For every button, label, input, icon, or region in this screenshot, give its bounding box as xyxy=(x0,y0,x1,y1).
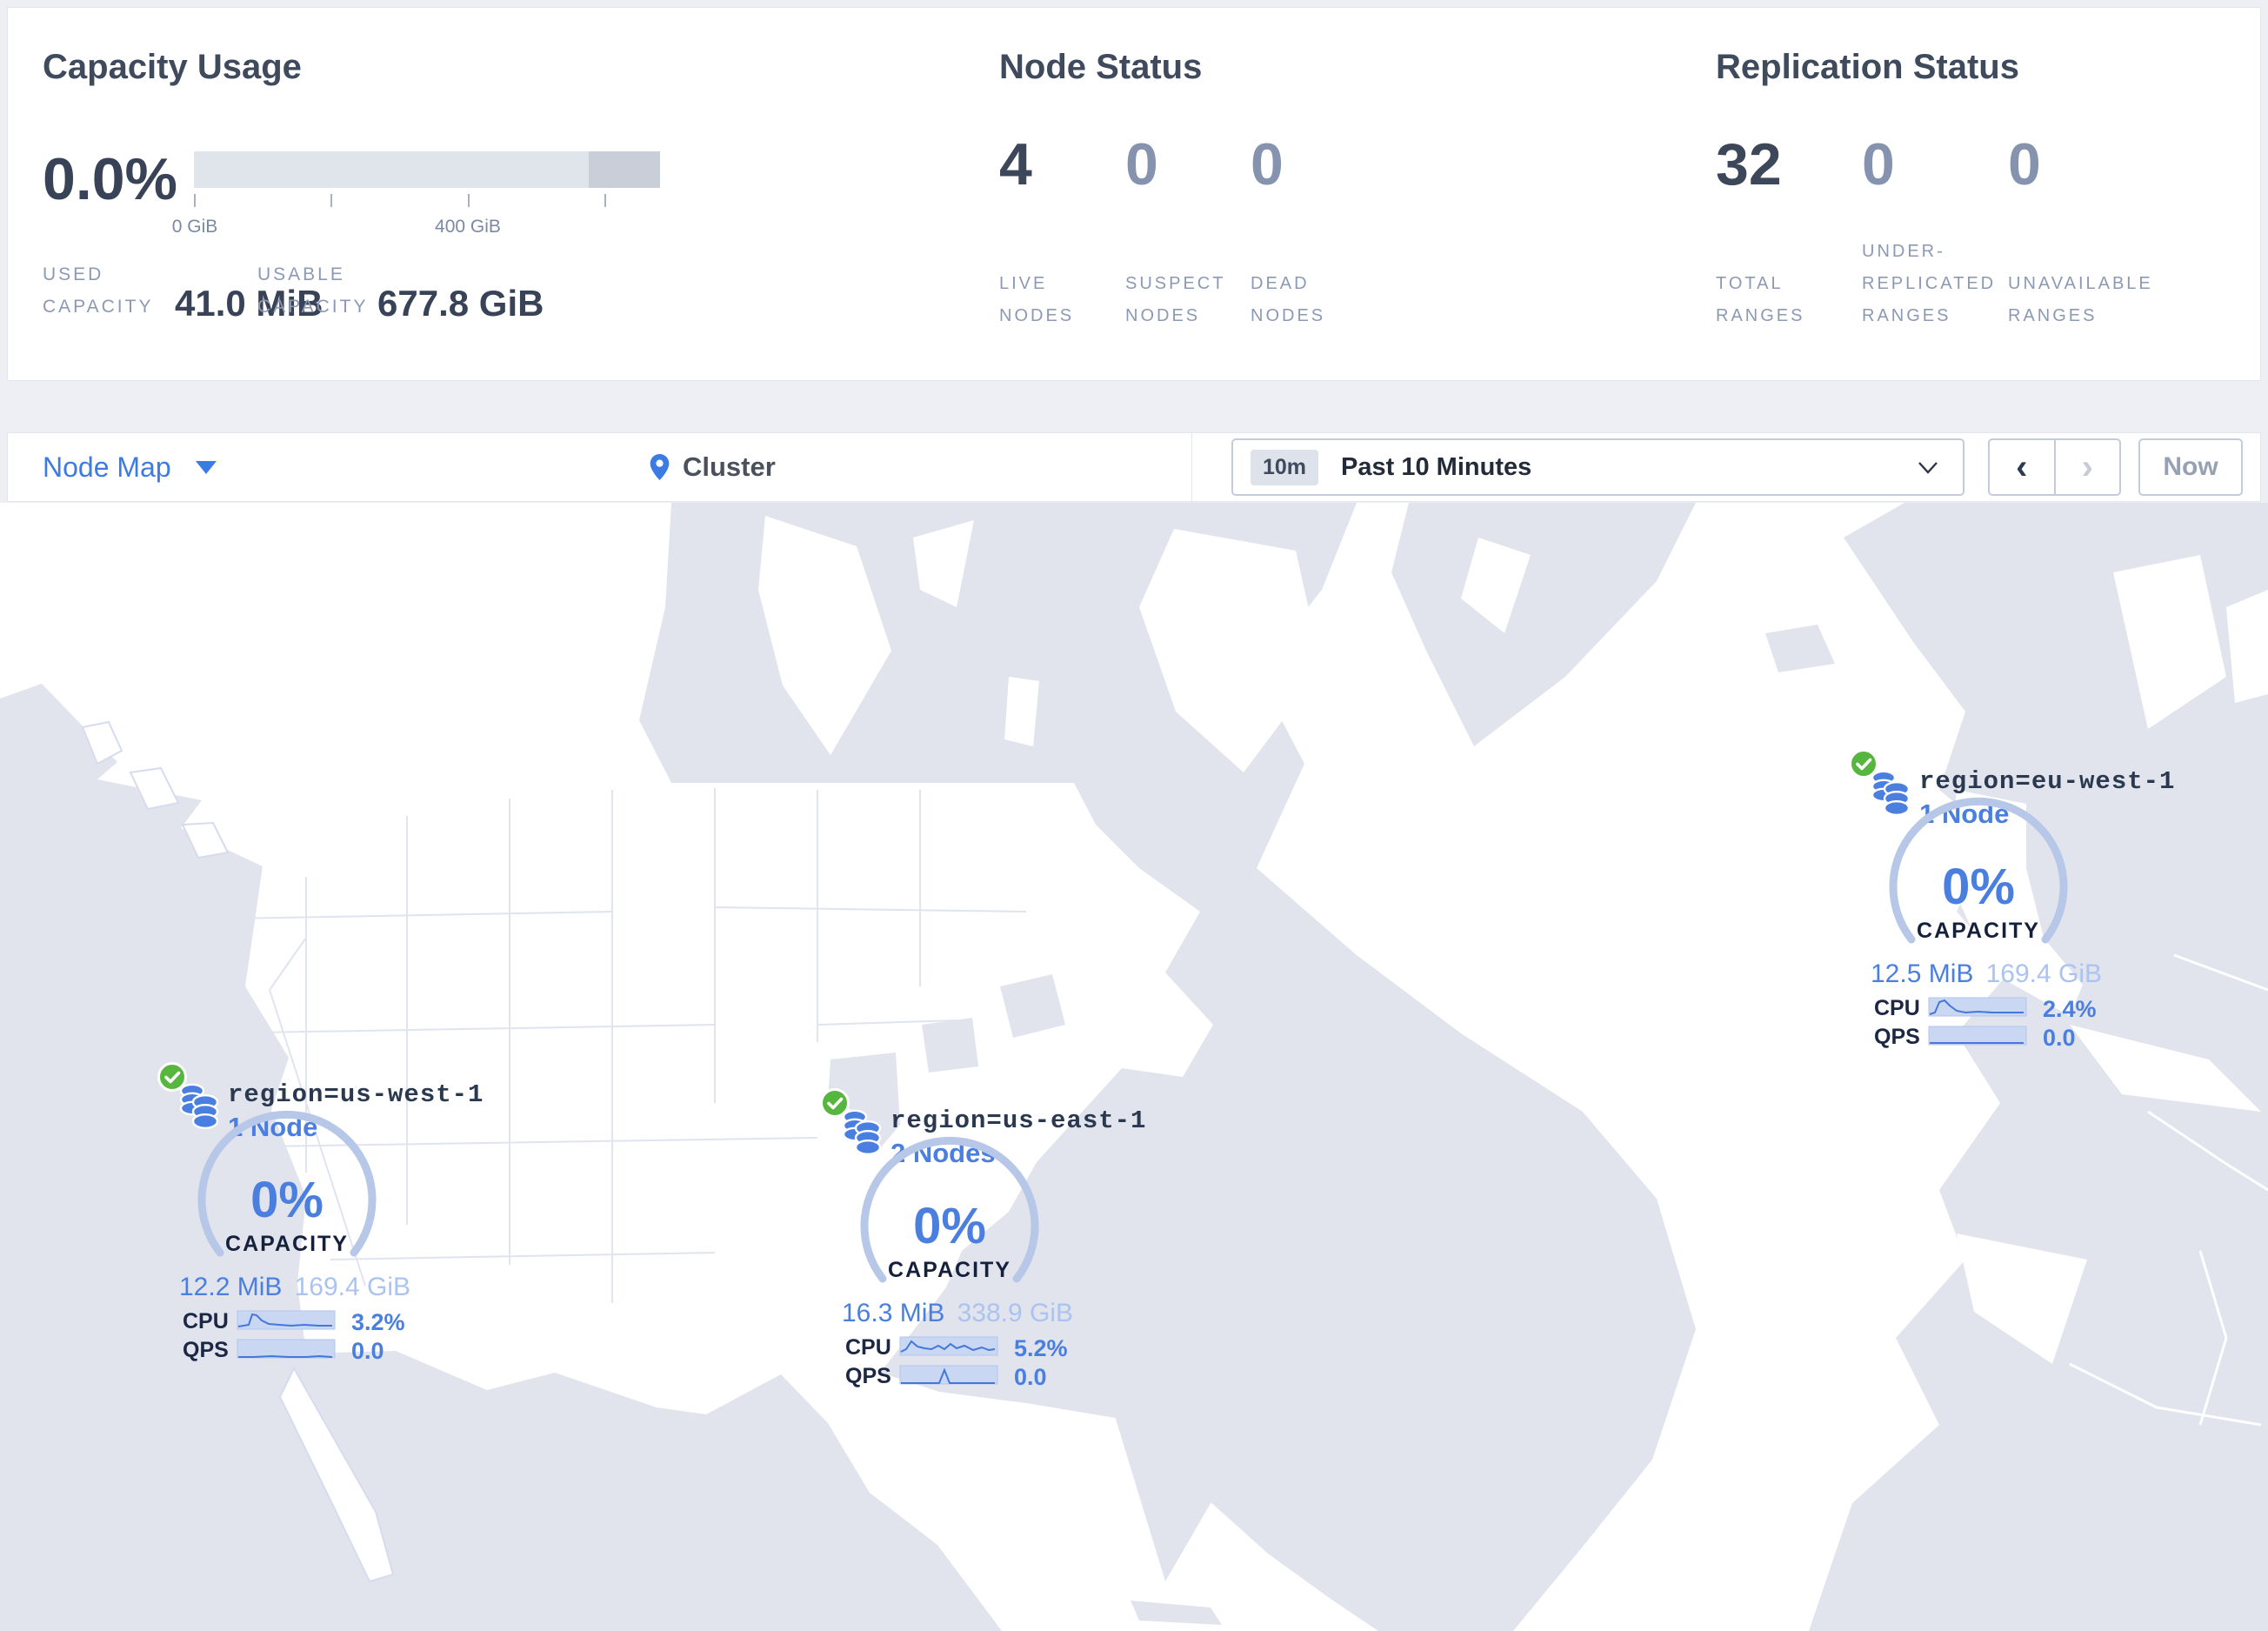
qps-label: QPS xyxy=(1874,1025,1920,1049)
total-ranges-count: 32 xyxy=(1716,131,1782,197)
total-ranges-label: TOTAL RANGES xyxy=(1716,274,1805,325)
time-range-label: Past 10 Minutes xyxy=(1341,452,1532,481)
capacity-bar xyxy=(194,151,660,188)
used-capacity: 12.5 MiB xyxy=(1871,959,1974,988)
view-selector-label: Node Map xyxy=(43,451,171,483)
gauge-caption: CAPACITY xyxy=(225,1232,349,1256)
used-capacity: 16.3 MiB xyxy=(842,1299,945,1327)
under-replicated-ranges-label: UNDER-REPLICATED RANGES xyxy=(1862,242,1997,325)
dead-nodes-count: 0 xyxy=(1251,131,1284,197)
capacity-percent: 0.0% xyxy=(43,146,177,212)
chevron-down-icon xyxy=(1918,462,1938,474)
dead-nodes-label: DEAD NODES xyxy=(1251,274,1326,325)
cpu-value: 3.2% xyxy=(351,1309,405,1335)
qps-label: QPS xyxy=(845,1364,891,1388)
cluster-summary-panel: Capacity Usage 0.0% 0 GiB 400 GiB USED C… xyxy=(7,7,2261,381)
toolbar-left-section: Node Map Cluster xyxy=(8,433,1192,501)
time-range-dropdown[interactable]: 10m Past 10 Minutes xyxy=(1231,438,1964,496)
qps-sparkline xyxy=(237,1339,336,1359)
suspect-nodes-count: 0 xyxy=(1125,131,1158,197)
map-pin-icon xyxy=(650,453,670,480)
gauge-caption: CAPACITY xyxy=(888,1258,1011,1282)
gauge-percent: 0% xyxy=(1942,859,2015,915)
cpu-label: CPU xyxy=(1874,996,1920,1020)
total-capacity: 338.9 GiB xyxy=(957,1299,1073,1327)
breadcrumb-label: Cluster xyxy=(683,451,776,482)
now-button[interactable]: Now xyxy=(2138,438,2243,496)
region-marker-us-west-1[interactable]: region=us-west-1 1 Node 0% CAPACITY 12.2… xyxy=(139,1061,483,1364)
view-selector-dropdown[interactable]: Node Map xyxy=(43,433,217,501)
total-capacity: 169.4 GiB xyxy=(1985,959,2102,988)
usable-capacity-label: USABLE CAPACITY xyxy=(257,264,369,317)
used-capacity-label: USED CAPACITY xyxy=(43,264,154,317)
usable-capacity-value: 677.8 GiB xyxy=(377,283,544,324)
capacity-bar-nonusable-segment xyxy=(588,151,660,188)
axis-tick xyxy=(604,194,606,207)
qps-sparkline xyxy=(899,1365,998,1385)
time-window-arrows: ‹ › xyxy=(1988,438,2121,496)
suspect-nodes-label: SUSPECT NODES xyxy=(1125,274,1226,325)
capacity-axis: 0 GiB 400 GiB xyxy=(172,194,660,237)
map-toolbar: Node Map Cluster 10m Past 10 Minutes ‹ ›… xyxy=(7,432,2261,502)
live-nodes-count: 4 xyxy=(999,131,1032,197)
cpu-value: 5.2% xyxy=(1014,1335,1068,1361)
cpu-value: 2.4% xyxy=(2043,996,2097,1022)
caret-down-icon xyxy=(195,460,217,474)
replication-status-section: Replication Status 32 TOTAL RANGES 0 UND… xyxy=(1716,8,2255,380)
cpu-label: CPU xyxy=(183,1309,229,1334)
qps-value: 0.0 xyxy=(2043,1025,2076,1051)
axis-tick xyxy=(194,194,196,207)
axis-tick-label: 400 GiB xyxy=(435,217,501,237)
unavailable-ranges-label: UNAVAILABLE RANGES xyxy=(2008,274,2153,325)
total-capacity: 169.4 GiB xyxy=(294,1273,410,1301)
used-capacity: 12.2 MiB xyxy=(179,1273,283,1301)
cpu-sparkline xyxy=(237,1310,336,1330)
breadcrumb[interactable]: Cluster xyxy=(649,433,776,501)
gauge-caption: CAPACITY xyxy=(1917,919,2040,943)
capacity-usage-section: Capacity Usage 0.0% 0 GiB 400 GiB USED C… xyxy=(43,8,956,380)
qps-value: 0.0 xyxy=(351,1338,384,1364)
live-nodes-label: LIVE NODES xyxy=(999,274,1075,325)
node-map: region=us-west-1 1 Node 0% CAPACITY 12.2… xyxy=(0,503,2268,1631)
capacity-usage-title: Capacity Usage xyxy=(43,48,302,86)
prev-time-button[interactable]: ‹ xyxy=(1990,440,2056,494)
gauge-percent: 0% xyxy=(250,1172,324,1228)
time-range-badge: 10m xyxy=(1251,449,1319,485)
under-replicated-ranges-count: 0 xyxy=(1862,131,1895,197)
capacity-gauge: 0% CAPACITY xyxy=(191,1105,383,1296)
cpu-sparkline xyxy=(899,1336,998,1356)
cpu-sparkline xyxy=(1928,997,2027,1017)
capacity-gauge: 0% CAPACITY xyxy=(854,1131,1045,1322)
axis-tick xyxy=(330,194,332,207)
qps-value: 0.0 xyxy=(1014,1364,1047,1390)
axis-tick-label: 0 GiB xyxy=(171,217,218,237)
region-marker-eu-west-1[interactable]: region=eu-west-1 1 Node 0% CAPACITY 12.5… xyxy=(1831,748,2174,1051)
unavailable-ranges-count: 0 xyxy=(2008,131,2041,197)
cpu-label: CPU xyxy=(845,1335,891,1360)
region-marker-us-east-1[interactable]: region=us-east-1 2 Nodes 0% CAPACITY 16.… xyxy=(802,1087,1145,1390)
next-time-button[interactable]: › xyxy=(2056,440,2120,494)
qps-sparkline xyxy=(1928,1026,2027,1046)
gauge-percent: 0% xyxy=(913,1198,986,1254)
axis-tick xyxy=(468,194,470,207)
node-status-section: Node Status 4 LIVE NODES 0 SUSPECT NODES… xyxy=(999,8,1678,380)
qps-label: QPS xyxy=(183,1338,229,1362)
capacity-gauge: 0% CAPACITY xyxy=(1883,792,2074,983)
